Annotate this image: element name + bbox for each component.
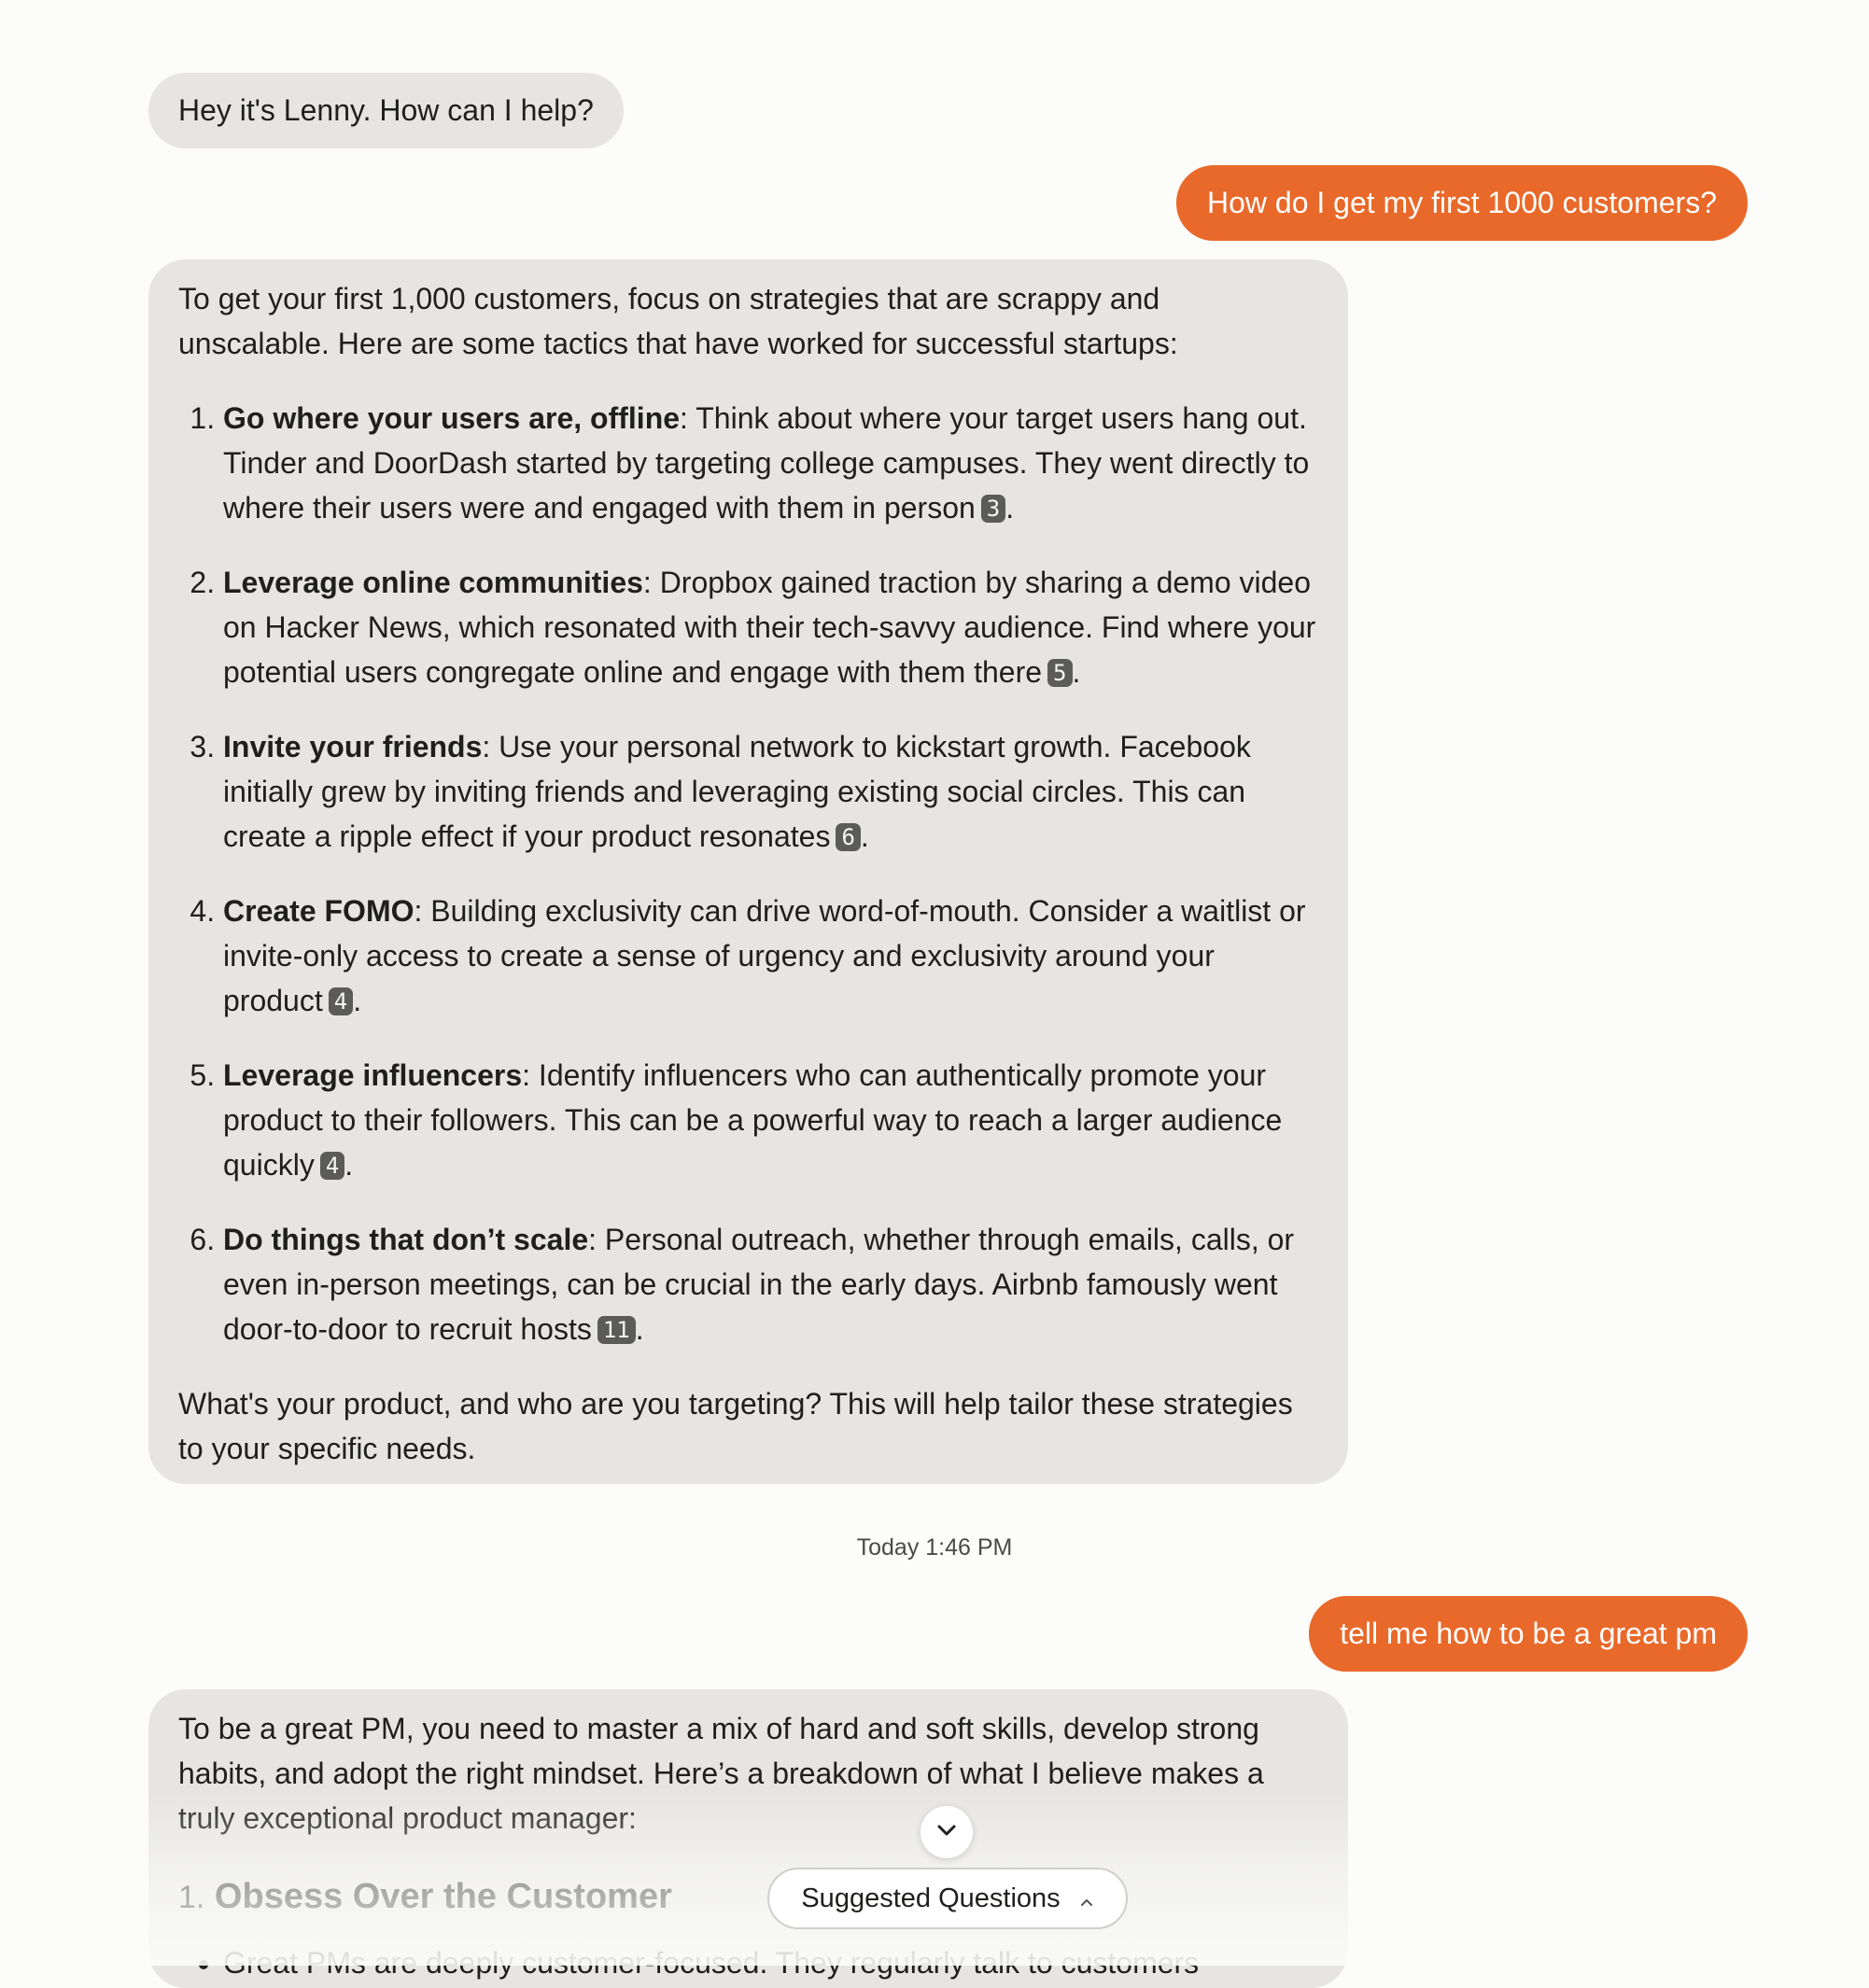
- greeting-text: Hey it's Lenny. How can I help?: [178, 93, 594, 127]
- list-item: Leverage influencers: Identify influence…: [223, 1053, 1318, 1187]
- citation-badge[interactable]: 5: [1047, 659, 1073, 687]
- item-title: Create FOMO: [223, 894, 415, 928]
- item-title: Invite your friends: [223, 730, 483, 763]
- response-intro: To be a great PM, you need to master a m…: [178, 1712, 1264, 1835]
- message-timestamp: Today 1:46 PM: [856, 1534, 1013, 1561]
- list-item: Create FOMO: Building exclusivity can dr…: [223, 889, 1318, 1023]
- list-item: Go where your users are, offline: Think …: [223, 396, 1318, 530]
- citation-badge[interactable]: 6: [836, 823, 861, 851]
- scroll-to-bottom-button[interactable]: [920, 1806, 973, 1858]
- tactics-list: Go where your users are, offline: Think …: [178, 396, 1318, 1351]
- user-message-text: How do I get my first 1000 customers?: [1207, 186, 1717, 219]
- item-title: Do things that don’t scale: [223, 1223, 589, 1256]
- list-item: Invite your friends: Use your personal n…: [223, 724, 1318, 859]
- suggested-questions-label: Suggested Questions: [801, 1883, 1061, 1913]
- response-intro: To get your first 1,000 customers, focus…: [178, 282, 1178, 360]
- citation-badge[interactable]: 4: [328, 987, 354, 1015]
- chevron-down-icon: [936, 1824, 957, 1841]
- user-message: How do I get my first 1000 customers?: [1176, 165, 1748, 241]
- list-item: Great PMs are deeply customer-focused. T…: [223, 1940, 1318, 1985]
- item-title: Leverage influencers: [223, 1058, 523, 1092]
- user-message-text: tell me how to be a great pm: [1340, 1617, 1717, 1650]
- citation-badge[interactable]: 3: [980, 495, 1006, 523]
- item-title: Leverage online communities: [223, 566, 643, 599]
- suggested-questions-button[interactable]: Suggested Questions: [767, 1868, 1128, 1929]
- section-heading: 1. Obsess Over the Customer: [178, 1874, 1318, 1920]
- item-title: Go where your users are, offline: [223, 401, 681, 435]
- list-item: Leverage online communities: Dropbox gai…: [223, 560, 1318, 694]
- citation-badge[interactable]: 11: [597, 1316, 636, 1344]
- citation-badge[interactable]: 4: [319, 1152, 345, 1180]
- chevron-up-icon: [1079, 1883, 1094, 1914]
- assistant-message: To be a great PM, you need to master a m…: [148, 1689, 1348, 1988]
- user-message: tell me how to be a great pm: [1309, 1596, 1748, 1672]
- bullet-list: Great PMs are deeply customer-focused. T…: [178, 1940, 1318, 1985]
- section-title: Obsess Over the Customer: [214, 1877, 672, 1916]
- greeting-bubble: Hey it's Lenny. How can I help?: [148, 73, 624, 148]
- response-outro: What's your product, and who are you tar…: [178, 1387, 1293, 1465]
- section-number: 1.: [178, 1880, 205, 1915]
- assistant-message: To get your first 1,000 customers, focus…: [148, 259, 1348, 1484]
- list-item: Do things that don’t scale: Personal out…: [223, 1217, 1318, 1351]
